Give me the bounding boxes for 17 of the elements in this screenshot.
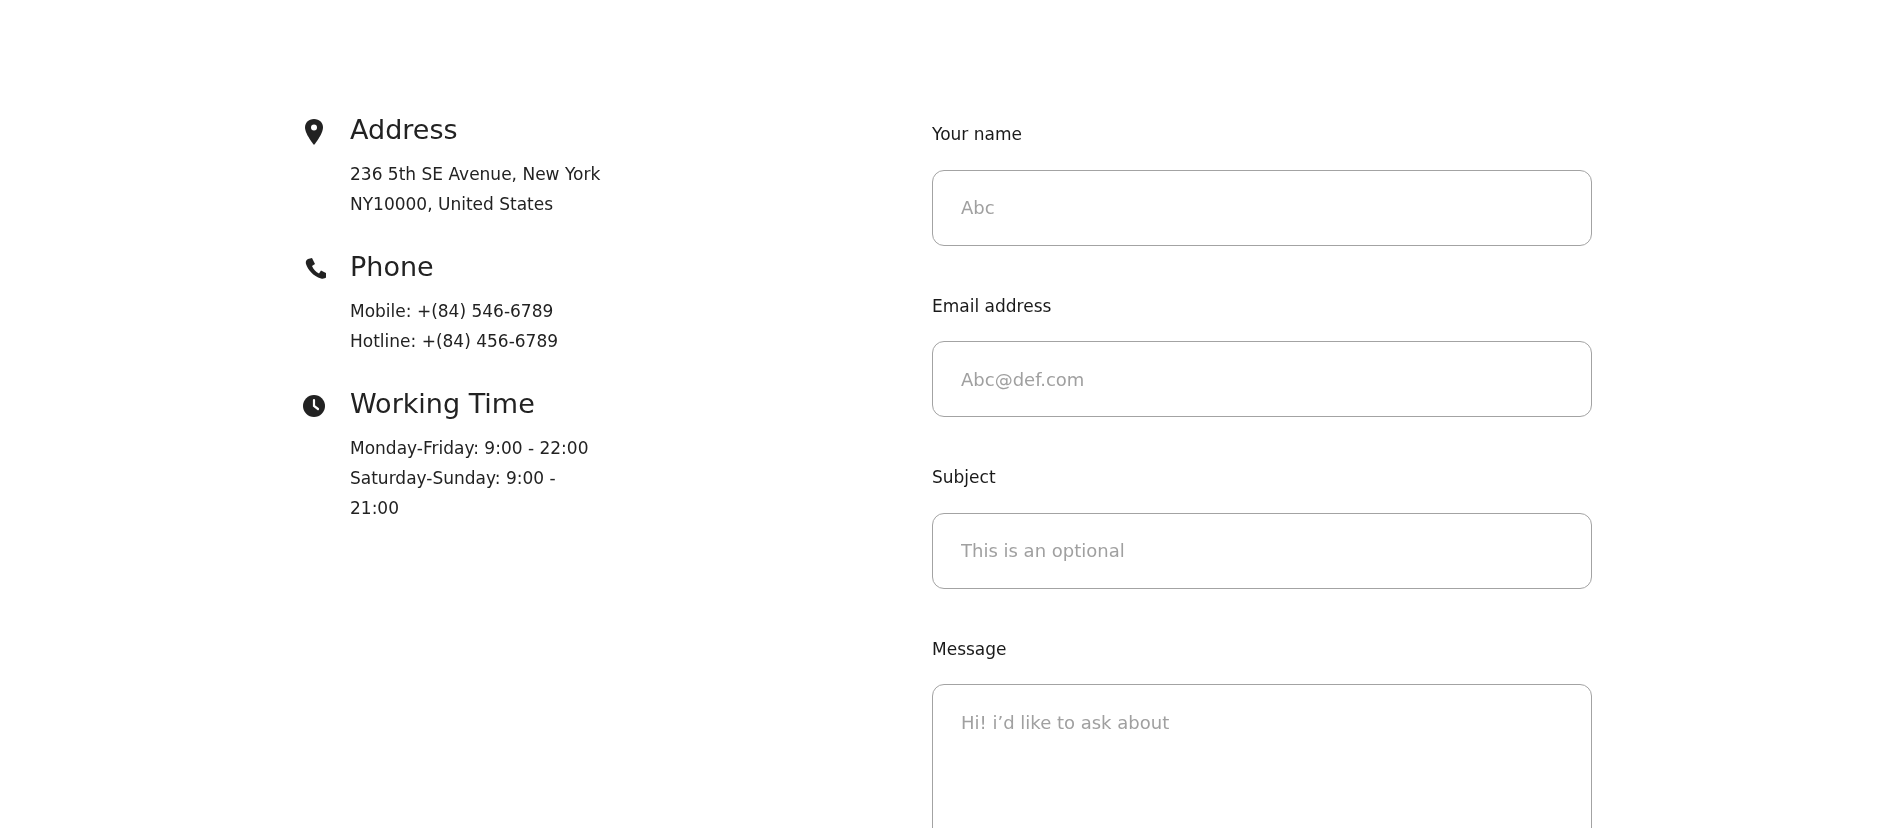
input-field[interactable]: Abc@def.com (932, 341, 1592, 417)
field-label: Email address (932, 294, 1053, 318)
contact-text: Saturday-Sunday: 9:00 - 21:00 (350, 467, 557, 521)
field-label: Message (932, 637, 1008, 661)
contact-text: Mobile: +(84) 546-6789 (350, 300, 555, 324)
message-field[interactable]: Hi! i’d like to ask about (932, 684, 1592, 828)
contact-text: Monday-Friday: 9:00 - 22:00 (350, 437, 590, 461)
section-heading: Address (350, 113, 459, 147)
section-heading: Phone (350, 250, 435, 285)
location-pin-icon (302, 118, 326, 146)
field-label: Subject (932, 466, 997, 489)
contact-text: 236 5th SE Avenue, New York NY10000, United States (350, 163, 602, 217)
field-label: Your name (932, 123, 1023, 146)
input-field[interactable]: This is an optional (932, 512, 1592, 589)
contact-text: Hotline: +(84) 456-6789 (350, 330, 560, 354)
section-heading: Working Time (350, 387, 536, 422)
input-field[interactable]: Abc (932, 169, 1592, 246)
